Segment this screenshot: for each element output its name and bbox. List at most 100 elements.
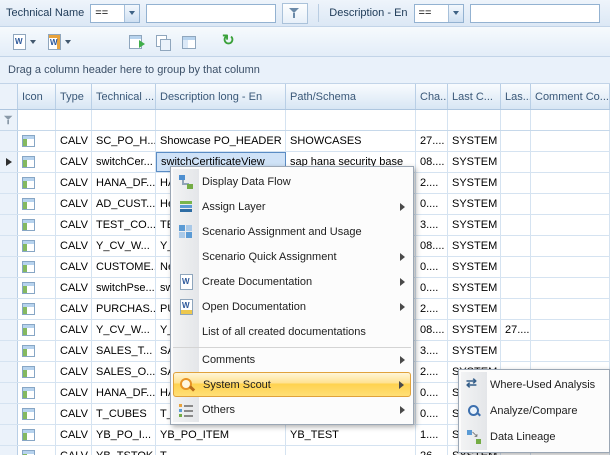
cell-last-changed-by: SYSTEM [448, 131, 501, 151]
submenu-arrow-icon [400, 203, 405, 211]
context-menu-item[interactable]: Others [173, 397, 411, 422]
filter-settings-button[interactable] [282, 3, 308, 24]
column-header[interactable]: Comment Co... [531, 84, 610, 109]
menu-item-label: List of all created documentations [202, 326, 405, 338]
word-template-button[interactable] [41, 30, 76, 54]
context-menu-item[interactable]: Open Documentation [173, 294, 411, 319]
word-export-button[interactable] [6, 30, 41, 54]
cell-last-changed-by: SYSTEM [448, 152, 501, 172]
refresh-button[interactable] [216, 30, 242, 54]
filter-row-indicator [0, 110, 18, 130]
export-grid-button[interactable] [124, 30, 150, 54]
cell-comment [531, 215, 610, 235]
cell-last [501, 299, 531, 319]
technical-operator-select[interactable]: == [90, 4, 140, 23]
description-input[interactable] [470, 4, 600, 23]
toolbar-icon [155, 34, 171, 50]
calculation-view-icon [22, 177, 35, 189]
cell-last-changed-by: SYSTEM [448, 215, 501, 235]
cell-description[interactable]: YB_PO_ITEM [156, 425, 286, 445]
filter-cell[interactable] [18, 110, 56, 130]
submenu-arrow-icon [400, 278, 405, 286]
calculation-view-icon [22, 282, 35, 294]
chevron-down-icon[interactable] [448, 5, 463, 22]
filter-cell[interactable] [416, 110, 448, 130]
column-header[interactable]: Icon [18, 84, 56, 109]
grid-layout-button[interactable] [176, 30, 202, 54]
column-header[interactable]: Cha... [416, 84, 448, 109]
magnifier-icon [466, 403, 482, 419]
submenu-item[interactable]: Analyze/Compare [461, 398, 607, 424]
column-header[interactable]: Last C... [448, 84, 501, 109]
chevron-down-icon[interactable] [124, 5, 139, 22]
filter-cell[interactable] [92, 110, 156, 130]
cell-icon [18, 320, 56, 340]
context-menu-item[interactable]: List of all created documentations [173, 319, 411, 344]
context-menu-item[interactable]: Scenario Quick Assignment [173, 244, 411, 269]
cell-last [501, 236, 531, 256]
cell-comment [531, 194, 610, 214]
group-by-panel[interactable]: Drag a column header here to group by th… [0, 57, 610, 84]
context-menu-item[interactable]: Comments [173, 347, 411, 372]
row-indicator [0, 383, 18, 403]
filter-cell[interactable] [286, 110, 416, 130]
submenu-item[interactable]: Where-Used Analysis [461, 372, 607, 398]
submenu-item-label: Analyze/Compare [490, 405, 601, 417]
cell-type: CALV [56, 173, 92, 193]
submenu-item-label: Data Lineage [490, 431, 601, 443]
description-operator-select[interactable]: == [414, 4, 464, 23]
filter-cell[interactable] [501, 110, 531, 130]
scout-icon [179, 377, 195, 393]
technical-name-input[interactable] [146, 4, 276, 23]
cell-type: CALV [56, 236, 92, 256]
table-row[interactable]: CALV SC_PO_H... Showcase PO_HEADER SHOWC… [0, 131, 610, 152]
chevron-down-icon [30, 40, 36, 44]
toolbar-icon [181, 34, 197, 50]
column-header[interactable]: Type [56, 84, 92, 109]
cell-icon [18, 215, 56, 235]
row-indicator [0, 152, 18, 172]
auto-filter-row [0, 110, 610, 131]
cell-changed: 0.... [416, 257, 448, 277]
filter-cell[interactable] [156, 110, 286, 130]
cell-type: CALV [56, 446, 92, 455]
cell-last: 27.... [501, 320, 531, 340]
submenu-item[interactable]: Data Lineage [461, 424, 607, 450]
menu-item-label: Create Documentation [202, 276, 392, 288]
cell-last [501, 278, 531, 298]
filter-separator [318, 4, 319, 22]
cell-technical-name: YB_TSTOK... [92, 446, 156, 455]
column-header[interactable]: Las... [501, 84, 531, 109]
calculation-view-icon [22, 240, 35, 252]
copy-grid-button[interactable] [150, 30, 176, 54]
cell-path-schema [286, 446, 416, 455]
cell-last [501, 152, 531, 172]
context-menu-item[interactable]: Display Data Flow [173, 169, 411, 194]
filter-cell[interactable] [448, 110, 501, 130]
cell-description[interactable]: T... [156, 446, 286, 455]
filter-cell[interactable] [56, 110, 92, 130]
row-indicator [0, 194, 18, 214]
cell-changed: 26... [416, 446, 448, 455]
funnel-icon [289, 7, 301, 19]
column-header[interactable]: Path/Schema [286, 84, 416, 109]
cell-changed: 27.... [416, 131, 448, 151]
cell-last [501, 341, 531, 361]
cell-comment [531, 341, 610, 361]
column-header[interactable]: Description long - En [156, 84, 286, 109]
column-header[interactable]: Technical ... [92, 84, 156, 109]
filter-cell[interactable] [531, 110, 610, 130]
cell-description[interactable]: Showcase PO_HEADER [156, 131, 286, 151]
cell-icon [18, 173, 56, 193]
submenu-arrow-icon [400, 253, 405, 261]
context-menu-item[interactable]: Scenario Assignment and Usage [173, 219, 411, 244]
cell-technical-name: Y_CV_W... [92, 320, 156, 340]
context-menu-item[interactable]: Assign Layer [173, 194, 411, 219]
context-menu-item[interactable]: Create Documentation [173, 269, 411, 294]
context-menu-item[interactable]: System Scout [173, 372, 411, 397]
cell-comment [531, 131, 610, 151]
technical-operator-value: == [91, 7, 124, 19]
cell-comment [531, 173, 610, 193]
row-indicator [0, 173, 18, 193]
cell-last-changed-by: SYSTEM [448, 299, 501, 319]
